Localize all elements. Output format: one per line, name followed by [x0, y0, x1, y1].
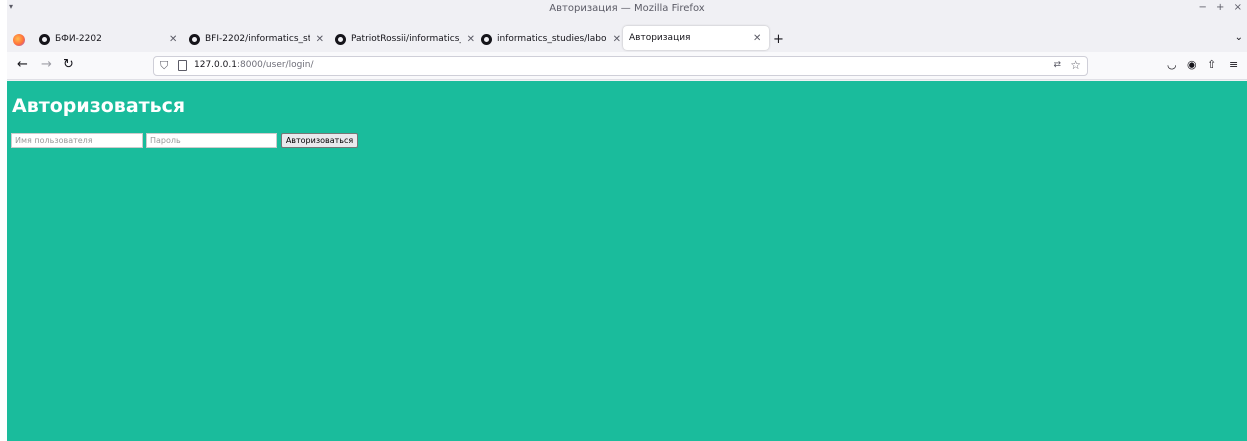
list-all-tabs-icon[interactable]: ⌄ — [1235, 32, 1243, 43]
username-input[interactable] — [11, 133, 143, 148]
firefox-view-icon[interactable] — [13, 34, 25, 46]
bookmark-star-icon[interactable]: ☆ — [1070, 58, 1081, 72]
browser-window: ▾ Авторизация — Mozilla Firefox − + × БФ… — [7, 0, 1247, 441]
login-button[interactable]: Авторизоваться — [281, 133, 358, 148]
close-icon[interactable]: ✕ — [467, 34, 475, 45]
github-icon — [189, 33, 200, 45]
translate-icon[interactable]: ⇄ — [1053, 60, 1061, 70]
tab-bfi-2202[interactable]: БФИ-2202 ✕ — [39, 27, 181, 51]
close-icon[interactable]: ✕ — [613, 34, 621, 45]
tab-label: informatics_studies/laborator — [497, 34, 607, 44]
tab-label: БФИ-2202 — [55, 34, 102, 44]
tab-bfi-informatics[interactable]: BFI-2202/informatics_studies ✕ — [189, 27, 324, 51]
account-icon[interactable]: ◉ — [1187, 58, 1197, 71]
new-tab-icon[interactable]: + — [773, 32, 784, 47]
url-bar[interactable]: ⛉ 127.0.0.1:8000/user/login/ ⇄ ☆ — [153, 56, 1088, 76]
url-path: :8000/user/login/ — [236, 60, 314, 70]
reload-icon[interactable]: ↻ — [63, 57, 74, 73]
close-icon[interactable]: ✕ — [316, 34, 324, 45]
back-icon[interactable]: ← — [17, 57, 28, 73]
tab-strip: БФИ-2202 ✕ BFI-2202/informatics_studies … — [7, 18, 1247, 52]
tab-authorization[interactable]: Авторизация ✕ — [623, 26, 769, 50]
tab-label: Авторизация — [629, 33, 691, 43]
password-input[interactable] — [146, 133, 277, 148]
pocket-icon[interactable]: ◡ — [1167, 58, 1177, 71]
window-title: Авторизация — Mozilla Firefox — [549, 3, 705, 14]
close-icon[interactable]: ✕ — [169, 34, 177, 45]
page-title: Авторизоваться — [12, 95, 186, 117]
navigation-bar: ← → ↻ ⛉ 127.0.0.1:8000/user/login/ ⇄ ☆ ◡… — [7, 52, 1247, 80]
url-text[interactable]: 127.0.0.1:8000/user/login/ — [194, 60, 314, 70]
page-icon[interactable] — [178, 60, 187, 71]
menu-icon[interactable]: ≡ — [1229, 58, 1238, 71]
github-icon — [481, 33, 492, 45]
close-icon[interactable]: ✕ — [753, 33, 761, 44]
tab-label: BFI-2202/informatics_studies — [205, 34, 310, 44]
tab-informatics-laboratory[interactable]: informatics_studies/laborator ✕ — [481, 27, 621, 51]
github-icon — [39, 33, 50, 45]
tab-label: PatriotRossii/informatics_labo — [351, 34, 461, 44]
window-controls[interactable]: − + × — [1199, 2, 1246, 13]
github-icon — [335, 33, 346, 45]
shield-icon[interactable]: ⛉ — [160, 59, 168, 73]
url-host: 127.0.0.1 — [194, 60, 237, 70]
tab-patriotrossii[interactable]: PatriotRossii/informatics_labo ✕ — [335, 27, 475, 51]
title-bar: ▾ Авторизация — Mozilla Firefox − + × — [7, 0, 1247, 18]
extensions-icon[interactable]: ⇧ — [1207, 58, 1216, 71]
page-content: Авторизоваться Авторизоваться — [7, 81, 1247, 441]
forward-icon[interactable]: → — [41, 57, 52, 73]
